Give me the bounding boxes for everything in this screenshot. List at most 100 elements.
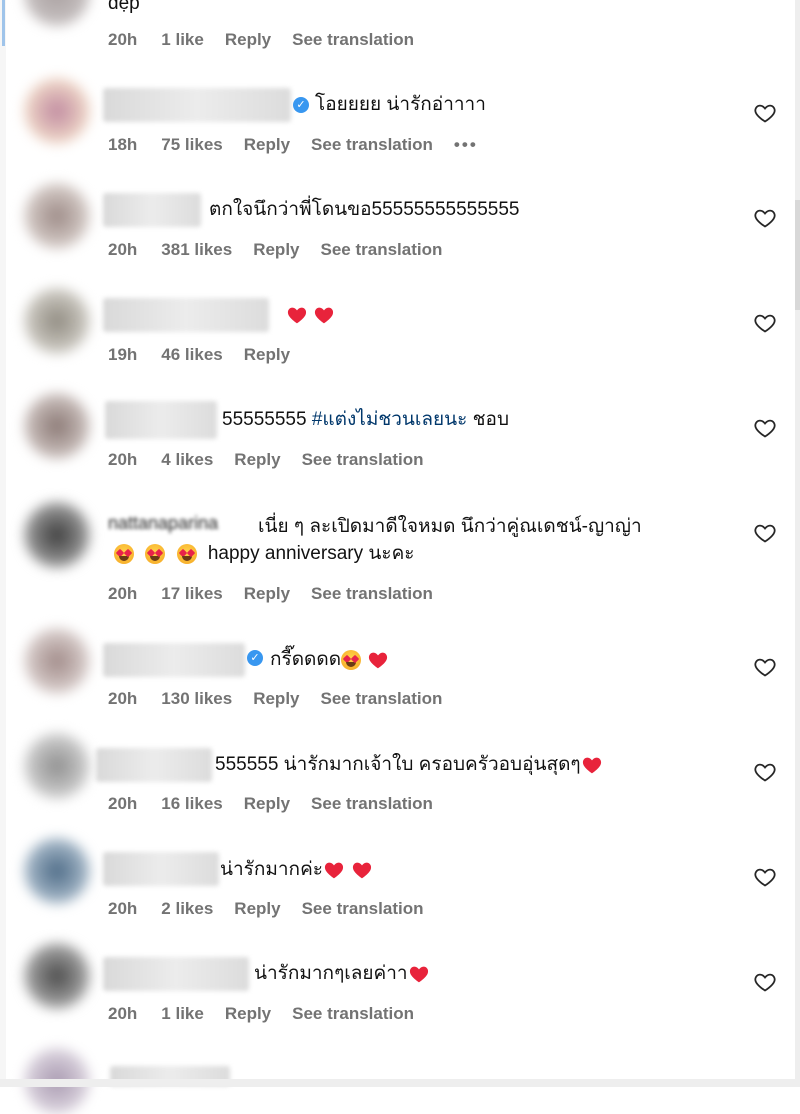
comment-meta: 20h 17 likes Reply See translation xyxy=(108,584,454,604)
like-count[interactable]: 2 likes xyxy=(161,899,213,918)
see-translation-link[interactable]: See translation xyxy=(302,450,424,469)
scrollbar-thumb[interactable] xyxy=(795,200,800,310)
reply-button[interactable]: Reply xyxy=(244,135,290,154)
comment-meta: 20h 381 likes Reply See translation xyxy=(108,240,463,260)
reply-button[interactable]: Reply xyxy=(234,450,280,469)
see-translation-link[interactable]: See translation xyxy=(321,240,443,259)
heart-outline-icon[interactable] xyxy=(753,311,777,335)
reply-button[interactable]: Reply xyxy=(225,30,271,49)
comment-meta: 20h 4 likes Reply See translation xyxy=(108,450,444,470)
reply-button[interactable]: Reply xyxy=(244,794,290,813)
username-blurred[interactable] xyxy=(103,643,245,677)
comment-text: đẹp xyxy=(108,0,140,14)
comment-text-line1: เนี่ย ๆ ละเปิดมาดีใจหมด นึกว่าคู่ณเดชน์-… xyxy=(258,516,642,537)
verified-badge-icon: ✓ xyxy=(293,97,309,113)
username-blurred[interactable]: nattanaparina xyxy=(108,513,218,534)
heart-outline-icon[interactable] xyxy=(753,101,777,125)
comment-time: 18h xyxy=(108,135,138,154)
avatar[interactable] xyxy=(24,393,90,459)
comment-time: 20h xyxy=(108,1004,138,1023)
hashtag-link[interactable]: #แต่งไม่ชวนเลยนะ xyxy=(312,409,468,430)
comment-text: กรี๊ดดดด xyxy=(270,648,389,672)
username-blurred[interactable] xyxy=(103,88,291,122)
comment-text: 555555 น่ารักมากเจ้าใบ ครอบครัวอบอุ่นสุด… xyxy=(215,753,603,777)
comment-time: 19h xyxy=(108,345,138,364)
comment-time: 20h xyxy=(108,30,138,49)
like-count[interactable]: 130 likes xyxy=(161,689,232,708)
like-count[interactable]: 1 like xyxy=(161,30,204,49)
username-blurred[interactable] xyxy=(103,957,249,991)
see-translation-link[interactable]: See translation xyxy=(311,135,433,154)
comment-time: 20h xyxy=(108,450,138,469)
username-blurred[interactable] xyxy=(96,748,212,782)
reply-button[interactable]: Reply xyxy=(225,1004,271,1023)
comment-text: ตกใจนึกว่าพี่โดนขอ55555555555555 xyxy=(209,199,520,220)
like-count[interactable]: 46 likes xyxy=(161,345,222,364)
comment-time: 20h xyxy=(108,240,138,259)
avatar[interactable] xyxy=(24,183,90,249)
see-translation-link[interactable]: See translation xyxy=(311,794,433,813)
comment-text: 55555555 #แต่งไม่ชวนเลยนะ ชอบ xyxy=(222,408,509,432)
comment-meta: 20h 1 like Reply See translation xyxy=(108,30,435,50)
like-count[interactable]: 17 likes xyxy=(161,584,222,603)
red-heart-emoji xyxy=(352,862,372,879)
comment-meta: 20h 130 likes Reply See translation xyxy=(108,689,463,709)
reply-button[interactable]: Reply xyxy=(253,689,299,708)
red-heart-emoji xyxy=(582,757,601,774)
comment-time: 20h xyxy=(108,584,138,603)
heart-outline-icon[interactable] xyxy=(753,521,777,545)
heart-outline-icon[interactable] xyxy=(753,206,777,230)
comment-text-tail: ชอบ xyxy=(467,409,510,430)
like-count[interactable]: 16 likes xyxy=(161,794,222,813)
avatar[interactable] xyxy=(24,0,90,26)
see-translation-link[interactable]: See translation xyxy=(311,584,433,603)
comment-text: น่ารักมากๆเลยค่าา xyxy=(254,962,430,986)
comment-text xyxy=(286,303,335,327)
reply-button[interactable]: Reply xyxy=(244,345,290,364)
scrollbar[interactable] xyxy=(795,0,800,1087)
comment-text-line2: happy anniversary นะคะ xyxy=(114,541,415,567)
avatar[interactable] xyxy=(24,733,90,799)
see-translation-link[interactable]: See translation xyxy=(302,899,424,918)
see-translation-link[interactable]: See translation xyxy=(292,30,414,49)
like-count[interactable]: 1 like xyxy=(161,1004,204,1023)
comment-text-plain: 555555 น่ารักมากเจ้าใบ ครอบครัวอบอุ่นสุด… xyxy=(215,754,581,775)
avatar[interactable] xyxy=(24,288,90,354)
see-translation-link[interactable]: See translation xyxy=(321,689,443,708)
heart-eyes-emoji xyxy=(341,649,362,670)
avatar[interactable] xyxy=(24,838,90,904)
heart-outline-icon[interactable] xyxy=(753,865,777,889)
like-count[interactable]: 75 likes xyxy=(161,135,222,154)
avatar[interactable] xyxy=(24,628,90,694)
avatar[interactable] xyxy=(24,502,90,568)
comment-time: 20h xyxy=(108,689,138,708)
heart-outline-icon[interactable] xyxy=(753,655,777,679)
heart-outline-icon[interactable] xyxy=(753,416,777,440)
red-heart-emoji xyxy=(287,307,307,324)
reply-button[interactable]: Reply xyxy=(253,240,299,259)
more-options-icon[interactable]: ••• xyxy=(454,135,478,154)
red-heart-emoji xyxy=(315,307,334,324)
like-count[interactable]: 4 likes xyxy=(161,450,213,469)
like-count[interactable]: 381 likes xyxy=(161,240,232,259)
red-heart-emoji xyxy=(409,966,428,983)
comment-text-plain: น่ารักมากๆเลยค่าา xyxy=(254,963,408,984)
username-blurred[interactable] xyxy=(103,193,201,227)
username-blurred[interactable] xyxy=(103,852,219,886)
left-accent xyxy=(2,0,5,46)
left-rail xyxy=(0,0,6,1087)
avatar[interactable] xyxy=(24,943,90,1009)
avatar[interactable] xyxy=(24,78,90,144)
heart-outline-icon[interactable] xyxy=(753,970,777,994)
reply-button[interactable]: Reply xyxy=(244,584,290,603)
username-blurred[interactable] xyxy=(105,401,217,439)
comment-meta: 20h 16 likes Reply See translation xyxy=(108,794,454,814)
comment-text-plain: 55555555 xyxy=(222,409,312,430)
reply-button[interactable]: Reply xyxy=(234,899,280,918)
username-blurred[interactable] xyxy=(103,298,269,332)
heart-outline-icon[interactable] xyxy=(753,760,777,784)
heart-eyes-emoji xyxy=(114,543,134,564)
see-translation-link[interactable]: See translation xyxy=(292,1004,414,1023)
comment-text-plain: น่ารักมากค่ะ xyxy=(220,859,323,880)
comment-text: โอยยยย น่ารักอ่าาาา xyxy=(315,94,486,115)
